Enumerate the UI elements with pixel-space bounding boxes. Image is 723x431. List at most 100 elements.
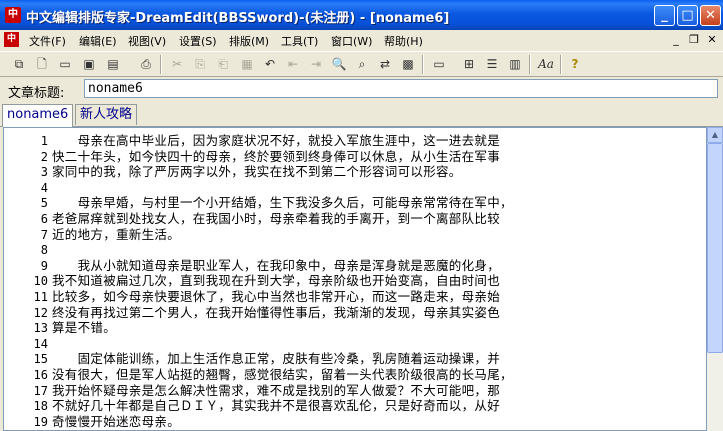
line-text: 老爸屌痒就到处找女人，在我国小时，母亲牵着我的手离开，到一个离部队比较 [52, 210, 501, 226]
toolbar-separator [422, 55, 424, 74]
line-text: 母亲早婚，与村里一个小开结婚，生下我没多久后，可能母亲常常待在军中， [52, 195, 513, 211]
mdi-minimize-button[interactable]: _ [668, 32, 684, 47]
indent-left-icon[interactable]: ⇤ [284, 55, 302, 73]
menu-tools[interactable]: 工具(T) [281, 33, 318, 49]
line-number: 6 [40, 211, 48, 226]
line-number: 8 [40, 243, 48, 258]
editor-line: 5 母亲早婚，与村里一个小开结婚，生下我没多久后，可能母亲常常待在军中， [6, 195, 513, 211]
line-number: 5 [40, 196, 48, 211]
document-icon[interactable]: 中 [4, 32, 19, 47]
layout-icon[interactable]: ☰ [483, 55, 501, 73]
vertical-scrollbar[interactable]: ▲ [707, 127, 723, 431]
editor-line: 16 没有很大，但是军人站挺的翘臀，感觉很结实，留着一头代表阶级很高的长马尾， [6, 367, 513, 383]
line-number: 4 [40, 180, 48, 195]
format-icon[interactable]: ▭ [430, 55, 448, 73]
toolbar: ⧉ 🗋 ▭ ▣ ▤ ⎙ ✂ ⎘ ⎗ ▦ ↶ ⇤ ⇥ 🔍 ⌕ ⇄ ▩ ▭ ⊞ ☰ … [0, 51, 723, 77]
tab-newbie-guide[interactable]: 新人攻略 [75, 104, 138, 125]
save-icon[interactable]: ▣ [80, 55, 98, 73]
line-text: 固定体能训练，加上生活作息正常，皮肤有些冷桑，乳房随着运动操课，并 [52, 351, 501, 367]
line-text: 终没有再找过第二个男人，在我开始懂得性事后，我渐渐的发现，母亲其实姿色 [52, 304, 501, 320]
line-number: 14 [33, 336, 48, 351]
article-title-label: 文章标题: [8, 86, 65, 101]
line-number: 12 [33, 305, 48, 320]
columns-icon[interactable]: ▥ [506, 55, 524, 73]
line-number: 9 [40, 258, 48, 273]
toolbar-separator [560, 55, 562, 74]
scroll-up-button[interactable]: ▲ [707, 127, 723, 143]
find-in-files-icon[interactable]: ⌕ [353, 55, 371, 73]
menu-view[interactable]: 视图(V) [128, 33, 166, 49]
replace-icon[interactable]: ⇄ [376, 55, 394, 73]
app-icon[interactable]: 中 [5, 7, 21, 23]
article-title-input[interactable]: noname6 [84, 79, 718, 98]
editor-line: 1 母亲在高中毕业后，因为家庭状况不好，就投入军旅生涯中，这一进去就是 [6, 133, 513, 149]
mdi-restore-button[interactable]: ❐ [686, 32, 702, 47]
editor-line: 14 [6, 336, 513, 352]
menu-layout[interactable]: 排版(M) [229, 33, 269, 49]
menu-edit[interactable]: 编辑(E) [79, 33, 117, 49]
line-number: 7 [40, 227, 48, 242]
scroll-thumb[interactable] [707, 143, 723, 353]
paste-icon[interactable]: ⎗ [214, 55, 232, 73]
line-text: 我不知道被扁过几次，直到我现在升到大学，母亲阶级也开始变高，自由时间也 [52, 273, 501, 289]
article-title-row: 文章标题: noname6 [0, 77, 723, 101]
find-icon[interactable]: 🔍 [330, 55, 348, 73]
menu-help[interactable]: 帮助(H) [384, 33, 423, 49]
minimize-button[interactable]: _ [654, 5, 675, 26]
line-text: 我从小就知道母亲是职业军人，在我印象中，母亲是浑身就是恶魔的化身， [52, 257, 501, 273]
paste-special-icon[interactable]: ▦ [238, 55, 256, 73]
new-file-icon[interactable]: 🗋 [33, 55, 51, 73]
editor-line: 11 比较多，如今母亲快要退休了，我心中当然也非常开心，而这一路走来，母亲始 [6, 289, 513, 305]
cut-icon[interactable]: ✂ [168, 55, 186, 73]
editor-line: 18 不就好几十年都是自己ＤＩＹ，其实我并不是很喜欢乱伦，只是好奇而以，从好 [6, 398, 513, 414]
editor-line: 15 固定体能训练，加上生活作息正常，皮肤有些冷桑，乳房随着运动操课，并 [6, 351, 513, 367]
line-text: 奇慢慢开始迷恋母亲。 [52, 413, 181, 429]
line-number: 10 [33, 274, 48, 289]
table-icon[interactable]: ⊞ [460, 55, 478, 73]
line-text: 近的地方，重新生活。 [52, 226, 181, 242]
bookmark-icon[interactable]: ▤ [104, 55, 122, 73]
title-bar: 中 中文编辑排版专家-DreamEdit(BBSSword)-(未注册) - [… [0, 0, 723, 30]
line-text: 不就好几十年都是自己ＤＩＹ，其实我并不是很喜欢乱伦，只是好奇而以，从好 [52, 398, 501, 414]
copy-icon[interactable]: ⎘ [191, 55, 209, 73]
select-all-icon[interactable]: ▩ [399, 55, 417, 73]
font-icon[interactable]: Aa [537, 55, 555, 73]
line-text: 比较多，如今母亲快要退休了，我心中当然也非常开心，而这一路走来，母亲始 [52, 288, 501, 304]
maximize-button[interactable]: □ [677, 5, 698, 26]
toolbar-separator [529, 55, 531, 74]
window-title: 中文编辑排版专家-DreamEdit(BBSSword)-(未注册) - [no… [26, 11, 450, 26]
new-window-icon[interactable]: ⧉ [10, 55, 28, 73]
editor-lines: 1 母亲在高中毕业后，因为家庭状况不好，就投入军旅生涯中，这一进去就是 2 快二十年… [6, 133, 513, 430]
document-tabs: noname6 新人攻略 [0, 102, 723, 127]
undo-icon[interactable]: ↶ [261, 55, 279, 73]
editor-line: 3 家同中的我，除了严厉两字以外，我实在找不到第二个形容词可以形容。 [6, 164, 513, 180]
print-icon[interactable]: ⎙ [137, 55, 155, 73]
editor-line: 12 终没有再找过第二个男人，在我开始懂得性事后，我渐渐的发现，母亲其实姿色 [6, 305, 513, 321]
help-icon[interactable]: ? [566, 55, 584, 73]
editor-line: 17 我开始怀疑母亲是怎么解决性需求，难不成是找别的军人做爱？不大可能吧，那 [6, 383, 513, 399]
close-button[interactable]: ✕ [700, 5, 721, 26]
text-editor[interactable]: 1 母亲在高中毕业后，因为家庭状况不好，就投入军旅生涯中，这一进去就是 2 快二十年… [3, 127, 707, 431]
line-number: 11 [33, 289, 48, 304]
toolbar-separator [160, 55, 162, 74]
menu-window[interactable]: 窗口(W) [331, 33, 372, 49]
line-number: 17 [33, 383, 48, 398]
editor-line: 13 算是不错。 [6, 320, 513, 336]
mdi-close-button[interactable]: ✕ [704, 32, 720, 47]
tab-noname6[interactable]: noname6 [2, 104, 74, 127]
open-folder-icon[interactable]: ▭ [56, 55, 74, 73]
indent-right-icon[interactable]: ⇥ [307, 55, 325, 73]
line-text: 母亲在高中毕业后，因为家庭状况不好，就投入军旅生涯中，这一进去就是 [52, 133, 501, 148]
menu-file[interactable]: 文件(F) [29, 33, 66, 49]
menu-bar: 中 文件(F) 编辑(E) 视图(V) 设置(S) 排版(M) 工具(T) 窗口… [0, 30, 723, 50]
line-number: 1 [40, 134, 48, 148]
editor-line: 4 [6, 180, 513, 196]
line-text: 我开始怀疑母亲是怎么解决性需求，难不成是找别的军人做爱？不大可能吧，那 [52, 382, 501, 398]
editor-line: 9 我从小就知道母亲是职业军人，在我印象中，母亲是浑身就是恶魔的化身， [6, 258, 513, 274]
menu-settings[interactable]: 设置(S) [179, 33, 217, 49]
line-text: 家同中的我，除了严厉两字以外，我实在找不到第二个形容词可以形容。 [52, 164, 462, 180]
editor-line: 19 奇慢慢开始迷恋母亲。 [6, 414, 513, 430]
line-number: 19 [33, 414, 48, 429]
editor-line: 7 近的地方，重新生活。 [6, 227, 513, 243]
line-text: 没有很大，但是军人站挺的翘臀，感觉很结实，留着一头代表阶级很高的长马尾， [52, 366, 513, 382]
